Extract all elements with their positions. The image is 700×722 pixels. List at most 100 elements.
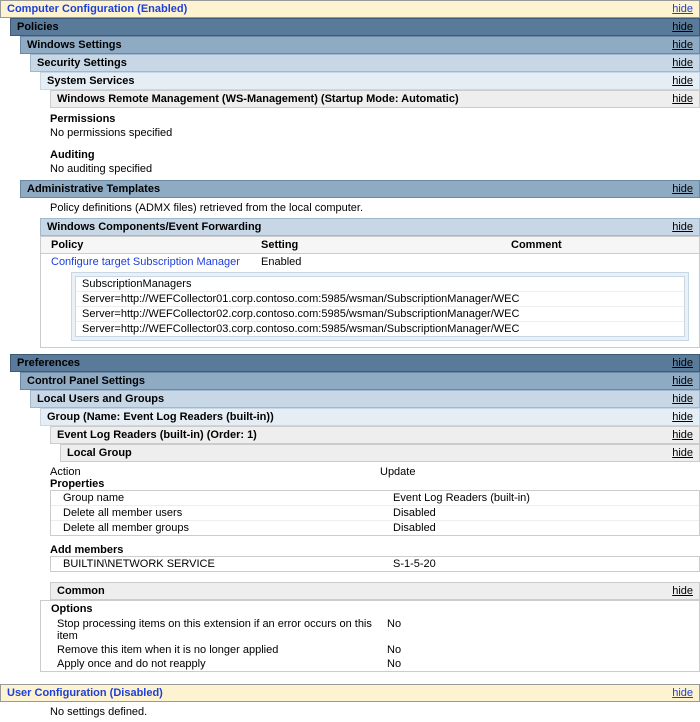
opt-val: No xyxy=(387,658,683,670)
system-services-title: System Services xyxy=(47,75,134,87)
hide-link[interactable]: hide xyxy=(672,3,693,15)
no-settings-value: No settings defined. xyxy=(50,706,147,718)
event-forwarding-title: Windows Components/Event Forwarding xyxy=(47,221,261,233)
auditing-value: No auditing specified xyxy=(50,162,700,176)
policy-row: Configure target Subscription Manager En… xyxy=(51,256,689,268)
options-box: Options Stop processing items on this ex… xyxy=(40,600,700,672)
permissions-label: Permissions xyxy=(50,112,700,126)
event-forwarding-header: Windows Components/Event Forwarding hide xyxy=(40,218,700,236)
hide-link[interactable]: hide xyxy=(672,375,693,387)
hide-link[interactable]: hide xyxy=(672,687,693,699)
hide-link[interactable]: hide xyxy=(672,39,693,51)
hide-link[interactable]: hide xyxy=(672,429,693,441)
table-row: Remove this item when it is no longer ap… xyxy=(41,643,699,657)
hide-link[interactable]: hide xyxy=(672,75,693,87)
hide-link[interactable]: hide xyxy=(672,585,693,597)
permissions-value: No permissions specified xyxy=(50,126,700,140)
prop-key: Delete all member users xyxy=(63,507,393,519)
policy-name-link[interactable]: Configure target Subscription Manager xyxy=(51,256,261,268)
table-row: Delete all member users Disabled xyxy=(51,506,699,521)
members-table: BUILTIN\NETWORK SERVICE S-1-5-20 xyxy=(50,556,700,572)
auditing-block: Auditing No auditing specified xyxy=(50,144,700,180)
server-row: Server=http://WEFCollector01.corp.contos… xyxy=(76,292,684,307)
subscription-managers-label: SubscriptionManagers xyxy=(76,277,684,292)
prop-key: Delete all member groups xyxy=(63,522,393,534)
server-row: Server=http://WEFCollector03.corp.contos… xyxy=(76,322,684,336)
prop-val: Disabled xyxy=(393,507,687,519)
wrm-title: Windows Remote Management (WS-Management… xyxy=(57,93,459,105)
action-row: Action Update Properties Group name Even… xyxy=(50,462,700,540)
hide-link[interactable]: hide xyxy=(672,357,693,369)
add-members-block: Add members BUILTIN\NETWORK SERVICE S-1-… xyxy=(50,540,700,576)
hide-link[interactable]: hide xyxy=(672,411,693,423)
opt-key: Remove this item when it is no longer ap… xyxy=(57,644,387,656)
policy-table-header: Policy Setting Comment xyxy=(41,237,699,254)
properties-table: Group name Event Log Readers (built-in) … xyxy=(50,490,700,536)
action-value: Update xyxy=(380,466,700,478)
server-row: Server=http://WEFCollector02.corp.contos… xyxy=(76,307,684,322)
opt-val: No xyxy=(387,644,683,656)
elr-order-title: Event Log Readers (built-in) (Order: 1) xyxy=(57,429,257,441)
prop-val: Event Log Readers (built-in) xyxy=(393,492,687,504)
table-row: Group name Event Log Readers (built-in) xyxy=(51,491,699,506)
options-label: Options xyxy=(41,601,699,617)
user-configuration-title: User Configuration (Disabled) xyxy=(7,687,163,699)
cp-settings-header: Control Panel Settings hide xyxy=(20,372,700,390)
computer-configuration-title: Computer Configuration (Enabled) xyxy=(7,3,187,15)
common-header: Common hide xyxy=(50,582,700,600)
hide-link[interactable]: hide xyxy=(672,393,693,405)
group-header: Group (Name: Event Log Readers (built-in… xyxy=(40,408,700,426)
local-users-groups-title: Local Users and Groups xyxy=(37,393,164,405)
opt-val: No xyxy=(387,618,683,642)
preferences-title: Preferences xyxy=(17,357,80,369)
local-group-title: Local Group xyxy=(67,447,132,459)
hide-link[interactable]: hide xyxy=(672,221,693,233)
cp-settings-title: Control Panel Settings xyxy=(27,375,145,387)
user-configuration-header: User Configuration (Disabled) hide xyxy=(0,684,700,702)
prop-key: Group name xyxy=(63,492,393,504)
wrm-header: Windows Remote Management (WS-Management… xyxy=(50,90,700,108)
local-users-groups-header: Local Users and Groups hide xyxy=(30,390,700,408)
system-services-header: System Services hide xyxy=(40,72,700,90)
policy-body: Configure target Subscription Manager En… xyxy=(41,254,699,347)
opt-key: Apply once and do not reapply xyxy=(57,658,387,670)
policies-title: Policies xyxy=(17,21,59,33)
auditing-label: Auditing xyxy=(50,148,700,162)
member-sid: S-1-5-20 xyxy=(393,558,687,570)
properties-label: Properties xyxy=(50,478,700,490)
opt-key: Stop processing items on this extension … xyxy=(57,618,387,642)
elr-order-header: Event Log Readers (built-in) (Order: 1) … xyxy=(50,426,700,444)
table-row: BUILTIN\NETWORK SERVICE S-1-5-20 xyxy=(51,557,699,571)
table-row: Apply once and do not reapply No xyxy=(41,657,699,671)
add-members-label: Add members xyxy=(50,544,700,556)
col-policy: Policy xyxy=(51,239,261,251)
local-group-header: Local Group hide xyxy=(60,444,700,462)
security-settings-title: Security Settings xyxy=(37,57,127,69)
permissions-block: Permissions No permissions specified xyxy=(50,108,700,144)
common-title: Common xyxy=(57,585,105,597)
policy-table: Policy Setting Comment Configure target … xyxy=(40,236,700,348)
policies-header: Policies hide xyxy=(10,18,700,36)
col-setting: Setting xyxy=(261,239,511,251)
preferences-header: Preferences hide xyxy=(10,354,700,372)
group-title: Group (Name: Event Log Readers (built-in… xyxy=(47,411,274,423)
table-row: Stop processing items on this extension … xyxy=(41,617,699,643)
hide-link[interactable]: hide xyxy=(672,93,693,105)
windows-settings-header: Windows Settings hide xyxy=(20,36,700,54)
subscription-managers-box: SubscriptionManagers Server=http://WEFCo… xyxy=(71,272,689,341)
prop-val: Disabled xyxy=(393,522,687,534)
table-row: Delete all member groups Disabled xyxy=(51,521,699,535)
policy-comment-value xyxy=(511,256,689,268)
action-label: Action xyxy=(50,466,380,478)
hide-link[interactable]: hide xyxy=(672,447,693,459)
admin-templates-header: Administrative Templates hide xyxy=(20,180,700,198)
no-settings-text: No settings defined. xyxy=(50,702,700,722)
windows-settings-title: Windows Settings xyxy=(27,39,122,51)
hide-link[interactable]: hide xyxy=(672,21,693,33)
hide-link[interactable]: hide xyxy=(672,183,693,195)
member-name: BUILTIN\NETWORK SERVICE xyxy=(63,558,393,570)
hide-link[interactable]: hide xyxy=(672,57,693,69)
security-settings-header: Security Settings hide xyxy=(30,54,700,72)
admx-note: Policy definitions (ADMX files) retrieve… xyxy=(50,198,700,218)
policy-setting-value: Enabled xyxy=(261,256,511,268)
